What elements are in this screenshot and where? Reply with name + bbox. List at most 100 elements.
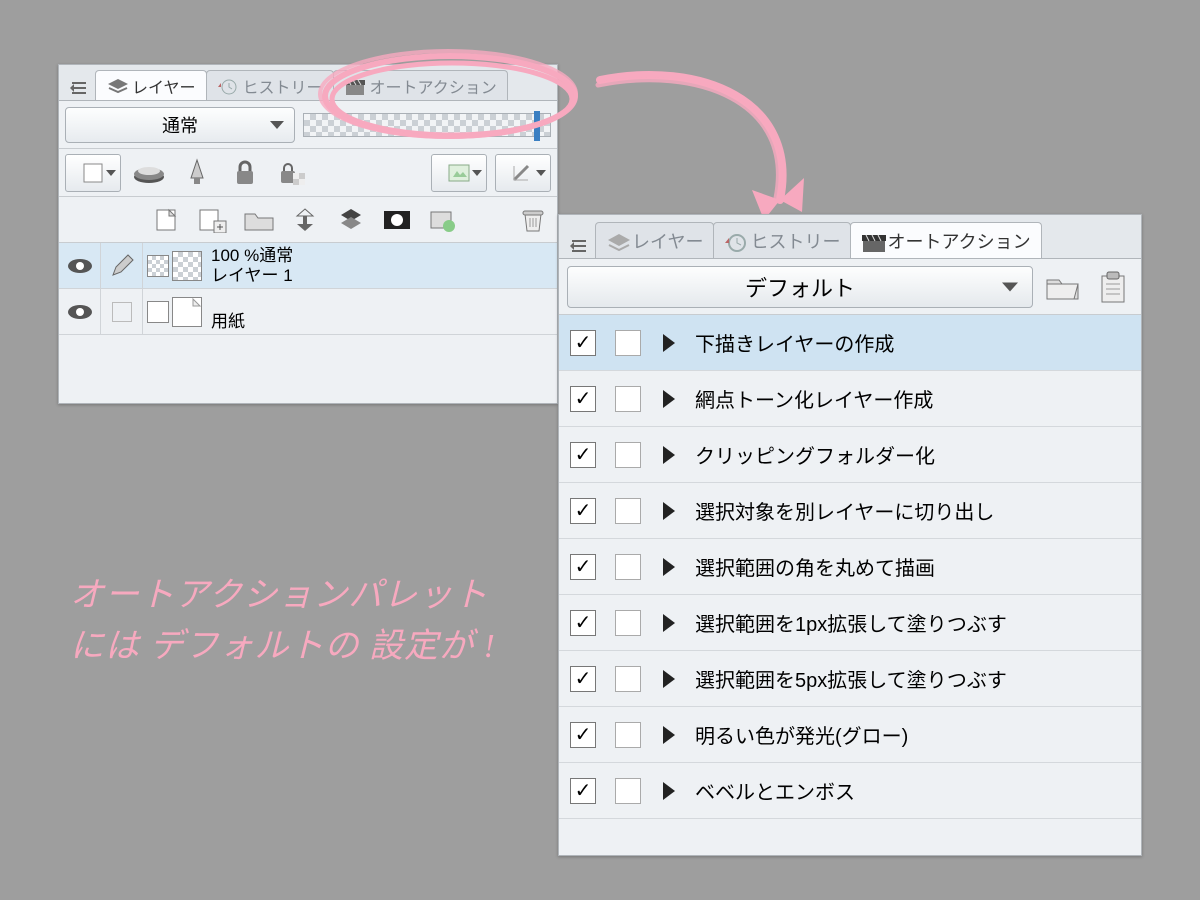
action-row[interactable]: ✓明るい色が発光(グロー): [559, 707, 1141, 763]
layers-icon: [606, 233, 626, 249]
layer-thumb: [172, 297, 202, 327]
action-enabled-checkbox[interactable]: ✓: [559, 666, 607, 692]
tab-auto-action[interactable]: オートアクション: [850, 222, 1041, 258]
action-dialog-toggle[interactable]: [607, 442, 649, 468]
blend-mode-value: 通常: [162, 112, 198, 138]
layer-thumbs: [143, 251, 207, 281]
open-folder-icon[interactable]: [1041, 266, 1083, 308]
clapper-icon: [344, 78, 364, 94]
action-row[interactable]: ✓ 下描きレイヤーの作成: [559, 315, 1141, 371]
action-dialog-toggle[interactable]: [607, 554, 649, 580]
layer-row[interactable]: 用紙: [59, 289, 557, 335]
action-dialog-toggle[interactable]: [607, 330, 649, 356]
history-icon: [217, 78, 237, 94]
tab-history[interactable]: ヒストリー: [713, 222, 851, 258]
layers-panel: レイヤー ヒストリー オートアクション 通常: [58, 64, 558, 404]
tab-label: レイヤー: [632, 228, 703, 254]
action-row[interactable]: ✓ 選択対象を別レイヤーに切り出し: [559, 483, 1141, 539]
edit-indicator[interactable]: [101, 289, 143, 334]
palette-color-button[interactable]: [65, 154, 121, 192]
mask-icon[interactable]: [129, 154, 169, 192]
mask-mode-button[interactable]: [431, 154, 487, 192]
expand-icon[interactable]: [649, 670, 689, 688]
action-dialog-toggle[interactable]: [607, 666, 649, 692]
clip-thumb: [147, 255, 169, 277]
action-label: 下描きレイヤーの作成: [689, 328, 1141, 357]
action-row[interactable]: ✓選択範囲を1px拡張して塗りつぶす: [559, 595, 1141, 651]
reference-icon[interactable]: [177, 154, 217, 192]
layer-name-text: 用紙: [211, 312, 245, 332]
expand-icon[interactable]: [649, 334, 689, 352]
action-row[interactable]: ✓選択範囲の角を丸めて描画: [559, 539, 1141, 595]
tab-row: レイヤー ヒストリー オートアクション: [559, 215, 1141, 259]
action-row[interactable]: ✓クリッピングフォルダー化: [559, 427, 1141, 483]
tab-layers[interactable]: レイヤー: [595, 222, 714, 258]
action-label: ベベルとエンボス: [689, 776, 1141, 805]
new-layer-plus-icon[interactable]: [195, 204, 231, 236]
action-dialog-toggle[interactable]: [607, 778, 649, 804]
layer-name-text: レイヤー 1: [211, 266, 293, 286]
layer-info: 100 %通常 レイヤー 1: [207, 246, 293, 285]
action-enabled-checkbox[interactable]: ✓: [559, 778, 607, 804]
annotation-line2: には デフォルトの 設定が !: [70, 621, 496, 672]
clipboard-icon[interactable]: [1091, 266, 1133, 308]
action-set-select[interactable]: デフォルト: [567, 266, 1033, 308]
expand-icon[interactable]: [649, 390, 689, 408]
opacity-handle[interactable]: [534, 111, 540, 141]
tab-label: オートアクション: [887, 228, 1030, 254]
new-folder-icon[interactable]: [241, 204, 277, 236]
expand-icon[interactable]: [649, 446, 689, 464]
history-icon: [724, 233, 744, 249]
layer-opacity-text: 100 %通常: [211, 246, 293, 266]
expand-icon[interactable]: [649, 502, 689, 520]
lock-transparent-icon[interactable]: [273, 154, 313, 192]
layers-icon: [106, 78, 126, 94]
action-enabled-checkbox[interactable]: ✓: [559, 554, 607, 580]
tab-label: ヒストリー: [243, 74, 323, 98]
tab-history[interactable]: ヒストリー: [206, 70, 334, 100]
annotation-line1: オートアクションパレット: [70, 570, 496, 621]
lock-icon[interactable]: [225, 154, 265, 192]
action-dialog-toggle[interactable]: [607, 386, 649, 412]
opacity-slider[interactable]: [303, 113, 551, 137]
action-set-row: デフォルト: [559, 259, 1141, 315]
tab-auto-action[interactable]: オートアクション: [333, 70, 508, 100]
tab-label: レイヤー: [132, 74, 196, 98]
collapse-toggle-icon[interactable]: [567, 234, 591, 258]
expand-icon[interactable]: [649, 726, 689, 744]
blend-mode-select[interactable]: 通常: [65, 107, 295, 143]
transfer-down-icon[interactable]: [287, 204, 323, 236]
tab-label: ヒストリー: [750, 228, 840, 254]
action-dialog-toggle[interactable]: [607, 610, 649, 636]
trash-icon[interactable]: [515, 204, 551, 236]
merge-icon[interactable]: [333, 204, 369, 236]
new-layer-icon[interactable]: [149, 204, 185, 236]
action-enabled-checkbox[interactable]: ✓: [559, 610, 607, 636]
edit-indicator[interactable]: [101, 243, 143, 288]
apply-mask-icon[interactable]: [425, 204, 461, 236]
ruler-mode-button[interactable]: [495, 154, 551, 192]
layers-list: 100 %通常 レイヤー 1 用紙: [59, 243, 557, 335]
auto-action-panel: レイヤー ヒストリー オートアクション デフォルト ✓ 下描きレイヤーの作成 ✓網点…: [558, 214, 1142, 856]
action-row[interactable]: ✓網点トーン化レイヤー作成: [559, 371, 1141, 427]
tab-layers[interactable]: レイヤー: [95, 70, 207, 100]
visibility-toggle[interactable]: [59, 289, 101, 334]
expand-icon[interactable]: [649, 782, 689, 800]
action-enabled-checkbox[interactable]: ✓: [559, 386, 607, 412]
create-mask-icon[interactable]: [379, 204, 415, 236]
action-dialog-toggle[interactable]: [607, 722, 649, 748]
action-enabled-checkbox[interactable]: ✓: [559, 498, 607, 524]
tab-label: オートアクション: [370, 74, 497, 98]
action-enabled-checkbox[interactable]: ✓: [559, 442, 607, 468]
expand-icon[interactable]: [649, 558, 689, 576]
layer-row[interactable]: 100 %通常 レイヤー 1: [59, 243, 557, 289]
action-row[interactable]: ✓ ベベルとエンボス: [559, 763, 1141, 819]
action-label: 選択対象を別レイヤーに切り出し: [689, 496, 1141, 525]
action-row[interactable]: ✓選択範囲を5px拡張して塗りつぶす: [559, 651, 1141, 707]
expand-icon[interactable]: [649, 614, 689, 632]
action-enabled-checkbox[interactable]: ✓: [559, 330, 607, 356]
action-enabled-checkbox[interactable]: ✓: [559, 722, 607, 748]
collapse-toggle-icon[interactable]: [67, 76, 91, 100]
visibility-toggle[interactable]: [59, 243, 101, 288]
action-dialog-toggle[interactable]: [607, 498, 649, 524]
